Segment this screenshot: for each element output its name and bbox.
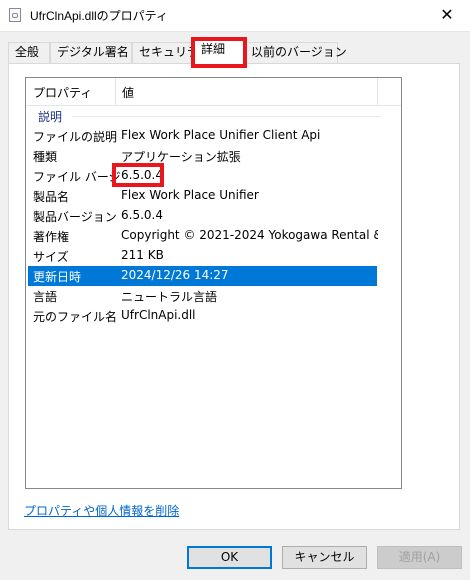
remove-properties-link[interactable]: プロパティや個人情報を削除 xyxy=(24,502,179,519)
row-value: アプリケーション拡張 xyxy=(121,150,241,164)
ok-button[interactable]: OK xyxy=(187,546,272,569)
list-row-file-description[interactable]: ファイルの説明 Flex Work Place Unifier Client A… xyxy=(26,126,401,146)
row-value: 6.5.0.4 xyxy=(121,168,163,182)
window-title: UfrClnApi.dllのプロパティ xyxy=(30,9,168,23)
row-key: 製品バージョン xyxy=(33,210,117,224)
row-key: 製品名 xyxy=(33,190,70,204)
row-value: 211 KB xyxy=(121,248,164,262)
tab-previous-versions[interactable]: 以前のバージョン xyxy=(244,42,347,63)
list-row-product-version[interactable]: 製品バージョン 6.5.0.4 xyxy=(26,206,401,226)
row-key: 言語 xyxy=(33,290,58,304)
row-value: Copyright © 2021-2024 Yokogawa Rental & … xyxy=(121,228,378,242)
column-header-property[interactable]: プロパティ xyxy=(33,84,92,101)
column-header-value[interactable]: 値 xyxy=(122,84,134,101)
tab-details[interactable]: 詳細 xyxy=(194,39,244,64)
row-key: 更新日時 xyxy=(33,270,82,284)
row-value: 6.5.0.4 xyxy=(121,208,163,222)
close-button[interactable]: ✕ xyxy=(424,0,470,31)
row-value: ニュートラル言語 xyxy=(121,290,218,304)
row-key: サイズ xyxy=(33,250,69,264)
column-divider[interactable] xyxy=(377,78,378,105)
row-value: UfrClnApi.dll xyxy=(121,308,196,322)
row-key: ファイルの説明 xyxy=(33,130,118,144)
properties-list[interactable]: プロパティ 値 説明 ファイルの説明 Flex Work Place Unifi… xyxy=(25,77,402,489)
group-divider xyxy=(73,116,381,117)
list-row-type[interactable]: 種類 アプリケーション拡張 xyxy=(26,146,401,166)
list-row-language[interactable]: 言語 ニュートラル言語 xyxy=(26,286,401,306)
list-row-date-modified[interactable]: 更新日時 2024/12/26 14:27 xyxy=(28,266,377,286)
list-row-original-filename[interactable]: 元のファイル名 UfrClnApi.dll xyxy=(26,306,401,326)
list-row-size[interactable]: サイズ 211 KB xyxy=(26,246,401,266)
group-label: 説明 xyxy=(38,110,63,124)
cancel-button[interactable]: キャンセル xyxy=(282,546,367,569)
details-panel: プロパティ 値 説明 ファイルの説明 Flex Work Place Unifi… xyxy=(8,63,460,530)
row-value: Flex Work Place Unifier xyxy=(121,188,259,202)
row-key: ファイル バージョン xyxy=(33,170,121,184)
title-bar: UfrClnApi.dllのプロパティ ✕ xyxy=(0,0,470,32)
row-key: 元のファイル名 xyxy=(33,310,118,324)
tab-general[interactable]: 全般 xyxy=(8,42,50,63)
row-key: 著作権 xyxy=(33,230,70,244)
row-value: Flex Work Place Unifier Client Api xyxy=(121,128,321,142)
tab-security[interactable]: セキュリティ xyxy=(132,42,210,63)
list-row-product-name[interactable]: 製品名 Flex Work Place Unifier xyxy=(26,186,401,206)
column-divider[interactable] xyxy=(115,78,116,105)
file-icon xyxy=(9,8,21,22)
list-header: プロパティ 値 xyxy=(26,78,401,106)
apply-button[interactable]: 適用(A) xyxy=(377,546,462,569)
list-row-copyright[interactable]: 著作権 Copyright © 2021-2024 Yokogawa Renta… xyxy=(26,226,401,246)
group-description: 説明 xyxy=(26,106,401,126)
row-value: 2024/12/26 14:27 xyxy=(121,268,229,282)
row-key: 種類 xyxy=(33,150,58,164)
list-row-file-version[interactable]: ファイル バージョン 6.5.0.4 xyxy=(26,166,401,186)
tab-digital-signatures[interactable]: デジタル署名 xyxy=(50,42,132,63)
